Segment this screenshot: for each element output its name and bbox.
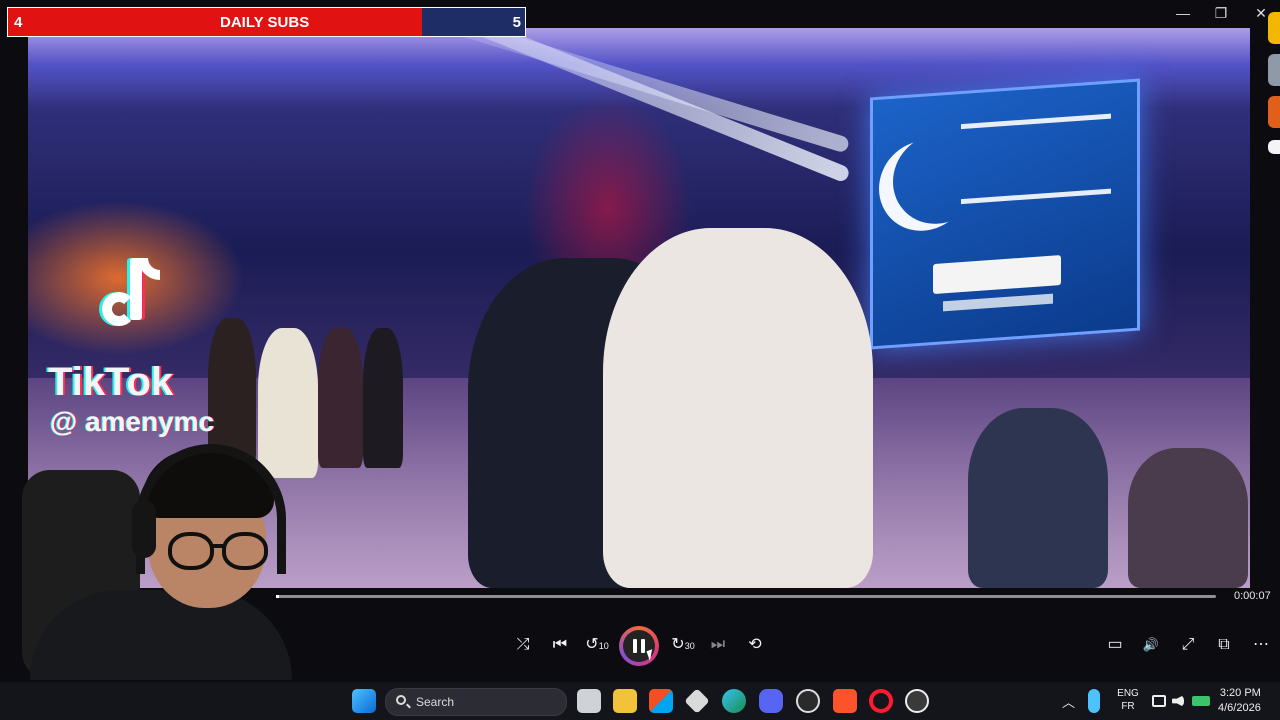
microsoft-store-icon[interactable] [649,689,673,713]
subs-progress-fill [8,8,422,36]
search-placeholder: Search [416,695,455,709]
previous-icon[interactable]: ⏮ [547,633,573,657]
system-clock[interactable]: 3:20 PM 4/6/2026 [1218,686,1261,716]
rewind-seconds: 10 [598,641,609,651]
fullscreen-icon[interactable]: ⤢ [1175,633,1201,657]
headset-earcup [132,500,156,558]
language-indicator[interactable]: ENG FR [1114,687,1142,713]
seek-bar-fill [276,595,279,598]
elapsed-time: 0:00:07 [1234,590,1271,602]
tiktok-watermark: TikTok [48,360,174,404]
repeat-icon[interactable]: ⟲ [742,633,768,657]
media-player-icon[interactable] [905,689,929,713]
discord-icon[interactable] [759,689,783,713]
shuffle-icon[interactable]: ⤮ [510,633,536,657]
task-view-icon[interactable] [577,689,601,713]
docked-app-icon[interactable] [1268,140,1280,154]
subs-goal-count: 5 [512,14,521,31]
event-screen [870,78,1140,350]
tiktok-logo-icon [98,258,168,338]
screen-phone-graphic [943,293,1053,312]
microphone-icon[interactable] [1088,689,1100,713]
forward-seconds: 30 [684,641,695,651]
restore-button[interactable]: ❐ [1204,2,1238,24]
search-icon [396,695,406,705]
guest-figure [968,408,1108,588]
forward-30-button[interactable]: ↻30 [670,633,696,657]
glasses-lens [222,532,268,570]
language-top: ENG [1117,688,1139,699]
edge-icon[interactable] [722,689,746,713]
subs-goal-title: DAILY SUBS [220,14,310,31]
search-input[interactable]: Search [385,688,567,716]
screen-banner-graphic [933,255,1061,295]
minimize-button[interactable]: — [1166,2,1200,24]
next-icon[interactable]: ⏭ [705,633,731,657]
clock-time: 3:20 PM [1219,687,1261,699]
subs-current-count: 4 [14,14,23,31]
forward-icon: ↻ [671,636,685,653]
webcam-overlay [0,440,300,680]
man-in-white-robe-figure [603,228,873,588]
daily-subs-goal-bar: 4 DAILY SUBS 5 [7,7,526,37]
docked-app-icon[interactable] [1268,96,1280,128]
clock-date: 4/6/2026 [1218,702,1261,714]
rewind-10-button[interactable]: ↺10 [584,633,610,657]
subtitles-icon[interactable]: ▭ [1102,633,1128,657]
volume-tray-icon[interactable] [1172,695,1184,707]
windows-taskbar: Search ︿ ENG FR 3:20 PM 4/6/2026 [0,682,1280,720]
dancer-figure [318,328,363,468]
arabic-calligraphy-graphic [961,113,1111,205]
opera-gx-icon[interactable] [869,689,893,713]
tray-overflow-chevron[interactable]: ︿ [1062,692,1075,711]
more-options-icon[interactable]: ⋯ [1248,633,1274,657]
volume-icon[interactable]: 🔊 [1138,633,1164,657]
language-bottom: FR [1121,701,1135,712]
guest-figure [1128,448,1248,588]
glasses-bridge [212,544,224,548]
pause-button[interactable] [619,626,659,666]
network-icon[interactable] [1152,695,1166,707]
seek-bar[interactable] [276,595,1216,598]
miniplayer-icon[interactable]: ⧉ [1211,633,1237,657]
rewind-icon: ↺ [585,636,599,653]
unity-icon[interactable] [684,688,710,714]
docked-app-icon[interactable] [1268,12,1280,44]
file-explorer-icon[interactable] [613,689,637,713]
docked-app-icon[interactable] [1268,54,1280,86]
start-icon[interactable] [352,689,376,713]
brave-icon[interactable] [833,689,857,713]
tiktok-handle: @ amenymc [50,406,215,437]
battery-icon[interactable] [1192,696,1210,706]
glasses-lens [168,532,214,570]
obs-icon[interactable] [796,689,820,713]
dancer-figure [363,328,403,468]
